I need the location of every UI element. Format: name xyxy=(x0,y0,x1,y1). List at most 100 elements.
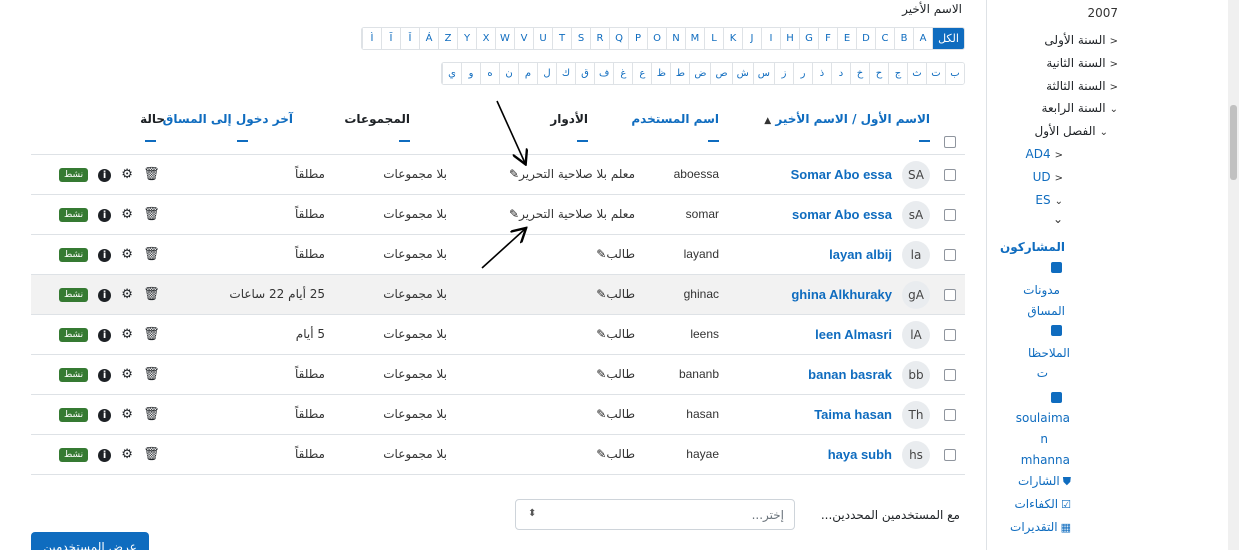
initial-letter[interactable]: ف xyxy=(594,63,614,84)
header-last-access[interactable]: آخر دخول إلى المساق xyxy=(163,112,293,126)
info-icon[interactable]: i xyxy=(98,448,112,462)
collapse-groups-icon[interactable] xyxy=(399,140,410,142)
avatar[interactable]: la xyxy=(902,241,930,269)
user-fullname-link[interactable]: Taima hasan xyxy=(814,407,892,422)
drawer-item-ad4[interactable]: <AD4 xyxy=(1026,147,1063,161)
initial-letter[interactable]: ط xyxy=(670,63,690,84)
initial-letter[interactable]: Ī xyxy=(381,28,400,49)
initial-letter[interactable]: خ xyxy=(850,63,869,84)
drawer-item-year-4[interactable]: ⌄السنة الرابعة xyxy=(1042,101,1118,115)
trash-icon[interactable]: 🗑 xyxy=(143,248,160,262)
drawer-item-year-1[interactable]: <السنة الأولى xyxy=(1044,33,1118,47)
drawer-notes-1[interactable]: الملاحظا xyxy=(1028,346,1070,360)
initial-letter[interactable]: K xyxy=(723,28,742,49)
trash-icon[interactable]: 🗑 xyxy=(143,208,160,222)
initial-letter[interactable]: ه xyxy=(480,63,499,84)
row-checkbox[interactable] xyxy=(944,169,956,181)
pencil-icon[interactable]: ✎ xyxy=(509,207,519,221)
initial-letter[interactable]: ك xyxy=(556,63,575,84)
initial-letter[interactable]: ص xyxy=(710,63,732,84)
trash-icon[interactable]: 🗑 xyxy=(143,288,160,302)
gear-icon[interactable]: ⚙ xyxy=(121,208,133,222)
initial-letter[interactable]: H xyxy=(780,28,799,49)
page-scrollbar[interactable] xyxy=(1228,0,1239,550)
initial-letter[interactable]: B xyxy=(894,28,913,49)
drawer-item-year-3[interactable]: <السنة الثالثة xyxy=(1046,79,1118,93)
row-checkbox[interactable] xyxy=(944,369,956,381)
trash-icon[interactable]: 🗑 xyxy=(143,448,160,462)
header-name[interactable]: الاسم الأول / الاسم الأخير ▲ xyxy=(764,112,930,126)
row-checkbox[interactable] xyxy=(944,289,956,301)
initial-letter[interactable]: R xyxy=(590,28,609,49)
trash-icon[interactable]: 🗑 xyxy=(143,328,160,342)
user-fullname-link[interactable]: Somar Abo essa xyxy=(791,167,892,182)
drawer-user-2[interactable]: n xyxy=(1040,432,1048,446)
user-fullname-link[interactable]: somar Abo essa xyxy=(792,207,892,222)
gear-icon[interactable]: ⚙ xyxy=(121,328,133,342)
gear-icon[interactable]: ⚙ xyxy=(121,168,133,182)
info-icon[interactable]: i xyxy=(98,208,112,222)
row-checkbox[interactable] xyxy=(944,209,956,221)
user-fullname-link[interactable]: leen Almasri xyxy=(815,327,892,342)
user-fullname-link[interactable]: banan basrak xyxy=(808,367,892,382)
initial-letter[interactable]: د xyxy=(831,63,850,84)
info-icon[interactable]: i xyxy=(98,368,112,382)
drawer-participants[interactable]: المشاركون xyxy=(1000,240,1065,254)
initial-letter[interactable]: غ xyxy=(613,63,633,84)
initial-letter[interactable]: Q xyxy=(609,28,628,49)
trash-icon[interactable]: 🗑 xyxy=(143,368,160,382)
initial-letter[interactable]: F xyxy=(818,28,837,49)
initial-all[interactable]: الكل xyxy=(932,28,964,49)
drawer-user-3[interactable]: mhanna xyxy=(1021,453,1070,467)
row-checkbox[interactable] xyxy=(944,329,956,341)
select-all-checkbox[interactable] xyxy=(944,136,956,148)
pencil-icon[interactable]: ✎ xyxy=(596,247,606,261)
bulk-action-select[interactable]: إختر... ⬍ xyxy=(515,499,795,530)
drawer-competencies[interactable]: ☑الكفاءات xyxy=(1015,497,1072,511)
avatar[interactable]: bb xyxy=(902,361,930,389)
initial-letter[interactable]: ر xyxy=(793,63,812,84)
initial-letter[interactable]: Á xyxy=(419,28,438,49)
drawer-item-ud[interactable]: <UD xyxy=(1033,170,1063,184)
initial-letter[interactable]: E xyxy=(837,28,856,49)
initial-letter[interactable]: M xyxy=(685,28,704,49)
initial-letter[interactable]: م xyxy=(518,63,537,84)
drawer-course-blogs-1[interactable]: مدونات xyxy=(1023,283,1060,297)
initial-letter[interactable]: ج xyxy=(888,63,907,84)
initial-letter[interactable]: و xyxy=(461,63,480,84)
pencil-icon[interactable]: ✎ xyxy=(596,367,606,381)
drawer-course-blogs-2[interactable]: المساق xyxy=(1027,304,1065,318)
info-icon[interactable]: i xyxy=(98,168,112,182)
gear-icon[interactable]: ⚙ xyxy=(121,448,133,462)
initial-letter[interactable]: ق xyxy=(575,63,594,84)
chevron-down-icon[interactable]: ⌄ xyxy=(1053,212,1063,226)
collapse-roles-icon[interactable] xyxy=(577,140,588,142)
initial-letter[interactable]: Z xyxy=(438,28,457,49)
gear-icon[interactable]: ⚙ xyxy=(121,288,133,302)
initial-letter[interactable]: G xyxy=(799,28,818,49)
initial-letter[interactable]: V xyxy=(514,28,533,49)
initial-letter[interactable]: ب xyxy=(945,63,964,84)
initial-letter[interactable]: ث xyxy=(907,63,926,84)
pencil-icon[interactable]: ✎ xyxy=(596,407,606,421)
gear-icon[interactable]: ⚙ xyxy=(121,248,133,262)
initial-letter[interactable]: ذ xyxy=(812,63,831,84)
initial-letter[interactable]: ع xyxy=(632,63,652,84)
initial-letter[interactable]: س xyxy=(752,63,774,84)
avatar[interactable]: SA xyxy=(902,161,930,189)
pencil-icon[interactable]: ✎ xyxy=(596,287,606,301)
info-icon[interactable]: i xyxy=(98,408,112,422)
initial-letter[interactable]: P xyxy=(628,28,647,49)
pencil-icon[interactable]: ✎ xyxy=(596,447,606,461)
drawer-notes-2[interactable]: ت xyxy=(1037,366,1048,380)
initial-letter[interactable]: Ǐ xyxy=(400,28,419,49)
gear-icon[interactable]: ⚙ xyxy=(121,368,133,382)
collapse-name-icon[interactable] xyxy=(919,140,930,142)
initial-letter[interactable]: J xyxy=(742,28,761,49)
initial-letter[interactable]: N xyxy=(666,28,685,49)
initial-letter[interactable]: T xyxy=(552,28,571,49)
gear-icon[interactable]: ⚙ xyxy=(121,408,133,422)
user-fullname-link[interactable]: layan albij xyxy=(829,247,892,262)
pencil-icon[interactable]: ✎ xyxy=(596,327,606,341)
initial-letter[interactable]: ن xyxy=(499,63,518,84)
